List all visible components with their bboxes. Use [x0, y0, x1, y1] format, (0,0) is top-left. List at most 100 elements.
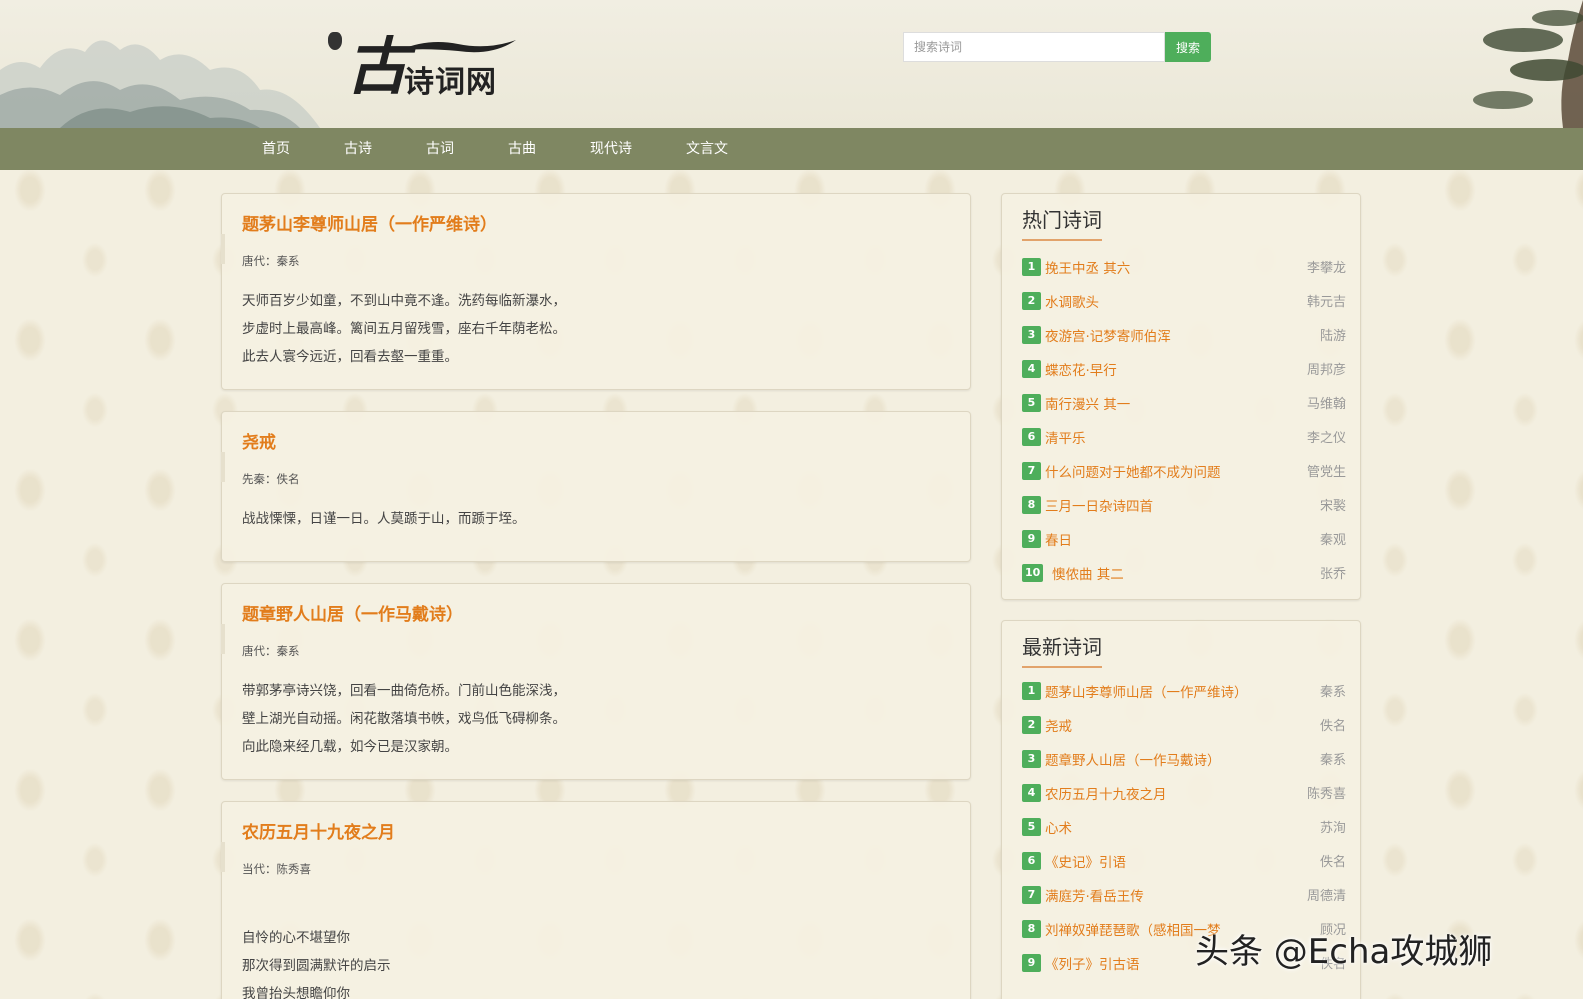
list-item-title[interactable]: 什么问题对于她都不成为问题: [1045, 461, 1221, 481]
list-item[interactable]: 7 什么问题对于她都不成为问题 管党生: [1022, 461, 1346, 481]
list-item[interactable]: 5 南行漫兴 其一 马维翰: [1022, 393, 1346, 413]
list-item[interactable]: 4 蝶恋花·早行 周邦彦: [1022, 359, 1346, 379]
rank-badge: 3: [1022, 750, 1041, 768]
brush-stroke-icon: [400, 40, 516, 53]
search-input[interactable]: [903, 32, 1165, 62]
nav-guci[interactable]: 古词: [426, 128, 454, 170]
poem-title[interactable]: 题茅山李尊师山居（一作严维诗）: [242, 210, 497, 235]
rank-badge: 7: [1022, 462, 1041, 480]
poem-line: 带郭茅亭诗兴饶，回看一曲倚危桥。门前山色能深浅，: [242, 683, 566, 699]
list-item-author: 李攀龙: [1306, 261, 1346, 276]
list-item[interactable]: 6 清平乐 李之仪: [1022, 427, 1346, 447]
rank-badge: 6: [1022, 428, 1041, 446]
list-item-author: 马维翰: [1306, 397, 1346, 412]
list-item-title[interactable]: 心术: [1045, 817, 1072, 837]
list-item-title[interactable]: 《史记》引语: [1045, 851, 1126, 871]
rank-badge: 2: [1022, 716, 1041, 734]
list-item[interactable]: 9 春日 秦观: [1022, 529, 1346, 549]
list-item[interactable]: 2 尧戒 佚名: [1022, 715, 1346, 735]
poem-card: 尧戒 先秦：佚名 战战慄慄，日谨一日。人莫踬于山，而踬于垤。: [221, 411, 971, 562]
pine-tree-decoration: [1473, 0, 1583, 128]
mountain-landscape-decoration: [0, 40, 320, 128]
poem-meta: 唐代：秦系: [242, 254, 300, 268]
list-item-title[interactable]: 南行漫兴 其一: [1045, 393, 1130, 413]
list-item-author: 李之仪: [1306, 431, 1346, 446]
nav-modern-poetry[interactable]: 现代诗: [590, 128, 632, 170]
list-item[interactable]: 3 夜游宫·记梦寄师伯浑 陆游: [1022, 325, 1346, 345]
list-item-title[interactable]: 蝶恋花·早行: [1045, 359, 1117, 379]
list-item-author: 管党生: [1306, 465, 1346, 480]
list-item-title[interactable]: 满庭芳·看岳王传: [1045, 885, 1144, 905]
poem-line: 我曾抬头想瞻仰你: [242, 986, 350, 999]
list-item-author: 苏洵: [1319, 821, 1346, 836]
list-item-author: 陆游: [1319, 329, 1346, 344]
list-item-author: 秦系: [1319, 753, 1346, 768]
list-item[interactable]: 10 懊侬曲 其二 张乔: [1022, 563, 1346, 583]
poem-card: 题茅山李尊师山居（一作严维诗） 唐代：秦系 天师百岁少如童，不到山中竟不逢。洗药…: [221, 193, 971, 390]
list-item-author: 佚名: [1319, 855, 1346, 870]
list-item-author: 陈秀喜: [1306, 787, 1346, 802]
list-item-title[interactable]: 题茅山李尊师山居（一作严维诗）: [1045, 681, 1248, 701]
poem-line: 天师百岁少如童，不到山中竟不逢。洗药每临新瀑水，: [242, 293, 566, 309]
list-item-title[interactable]: 尧戒: [1045, 715, 1072, 735]
nav-home[interactable]: 首页: [262, 128, 290, 170]
list-item[interactable]: 1 挽王中丞 其六 李攀龙: [1022, 257, 1346, 277]
list-item[interactable]: 2 水调歌头 韩元吉: [1022, 291, 1346, 311]
list-item[interactable]: 8 三月一日杂诗四首 宋褧: [1022, 495, 1346, 515]
list-item-author: 韩元吉: [1306, 295, 1346, 310]
list-item-title[interactable]: 懊侬曲 其二: [1052, 563, 1124, 583]
rank-badge: 9: [1022, 954, 1041, 972]
rank-badge: 5: [1022, 818, 1041, 836]
list-item[interactable]: 5 心术 苏洵: [1022, 817, 1346, 837]
poem-title[interactable]: 题章野人山居（一作马戴诗）: [242, 600, 463, 625]
list-item[interactable]: 7 满庭芳·看岳王传 周德清: [1022, 885, 1346, 905]
list-item-title[interactable]: 夜游宫·记梦寄师伯浑: [1045, 325, 1171, 345]
poem-line: 壁上湖光自动摇。闲花散落填书帙，戏鸟低飞碍柳条。: [242, 711, 566, 727]
rank-badge: 4: [1022, 784, 1041, 802]
rank-badge: 1: [1022, 258, 1041, 276]
list-item-title[interactable]: 挽王中丞 其六: [1045, 257, 1130, 277]
seal-icon: [328, 32, 342, 50]
poem-card: 题章野人山居（一作马戴诗） 唐代：秦系 带郭茅亭诗兴饶，回看一曲倚危桥。门前山色…: [221, 583, 971, 780]
poem-meta: 先秦：佚名: [242, 472, 300, 486]
search-button[interactable]: 搜索: [1165, 32, 1211, 62]
poem-meta: 当代：陈秀喜: [242, 862, 311, 876]
list-item[interactable]: 1 题茅山李尊师山居（一作严维诗） 秦系: [1022, 681, 1346, 701]
nav-guqu[interactable]: 古曲: [508, 128, 536, 170]
list-item[interactable]: 3 题章野人山居（一作马戴诗） 秦系: [1022, 749, 1346, 769]
nav-gushi[interactable]: 古诗: [344, 128, 372, 170]
list-item-title[interactable]: 农历五月十九夜之月: [1045, 783, 1167, 803]
poem-title[interactable]: 农历五月十九夜之月: [242, 818, 395, 843]
list-item-title[interactable]: 春日: [1045, 529, 1072, 549]
rank-badge: 7: [1022, 886, 1041, 904]
list-item-title[interactable]: 题章野人山居（一作马戴诗）: [1045, 749, 1221, 769]
poem-card: 农历五月十九夜之月 当代：陈秀喜 自怜的心不堪望你 那次得到圆满默许的启示 我曾…: [221, 801, 971, 999]
list-item-author: 周德清: [1306, 889, 1346, 904]
site-logo[interactable]: 古 诗词网: [328, 30, 528, 106]
list-item-title[interactable]: 水调歌头: [1045, 291, 1099, 311]
nav-classical-prose[interactable]: 文言文: [686, 128, 728, 170]
watermark: 头条 @Echa攻城狮: [1195, 932, 1493, 972]
poem-line: 此去人寰今远近，回看去壑一重重。: [242, 349, 458, 365]
list-item[interactable]: 4 农历五月十九夜之月 陈秀喜: [1022, 783, 1346, 803]
search-bar: 搜索: [903, 32, 1211, 62]
poem-line: 向此隐来经几载，如今已是汉家朝。: [242, 739, 458, 755]
list-item-author: 宋褧: [1319, 499, 1346, 514]
rank-badge: 5: [1022, 394, 1041, 412]
rank-badge: 9: [1022, 530, 1041, 548]
poem-line: 战战慄慄，日谨一日。人莫踬于山，而踬于垤。: [242, 511, 526, 527]
list-item-title[interactable]: 三月一日杂诗四首: [1045, 495, 1153, 515]
rank-badge: 4: [1022, 360, 1041, 378]
list-item[interactable]: 6 《史记》引语 佚名: [1022, 851, 1346, 871]
rank-badge: 10: [1022, 564, 1044, 582]
poem-meta: 唐代：秦系: [242, 644, 300, 658]
poem-title[interactable]: 尧戒: [242, 428, 276, 453]
list-item-author: 秦观: [1319, 533, 1346, 548]
latest-poems-heading: 最新诗词: [1022, 631, 1102, 668]
list-item-title[interactable]: 《列子》引古语: [1045, 953, 1140, 973]
list-item-author: 佚名: [1319, 719, 1346, 734]
list-item-title[interactable]: 清平乐: [1045, 427, 1086, 447]
hot-poems-panel: 热门诗词 1 挽王中丞 其六 李攀龙 2 水调歌头 韩元吉 3 夜游宫·记梦寄师伯浑 陆游 …: [1001, 193, 1361, 600]
list-item-author: 周邦彦: [1306, 363, 1346, 378]
rank-badge: 2: [1022, 292, 1041, 310]
